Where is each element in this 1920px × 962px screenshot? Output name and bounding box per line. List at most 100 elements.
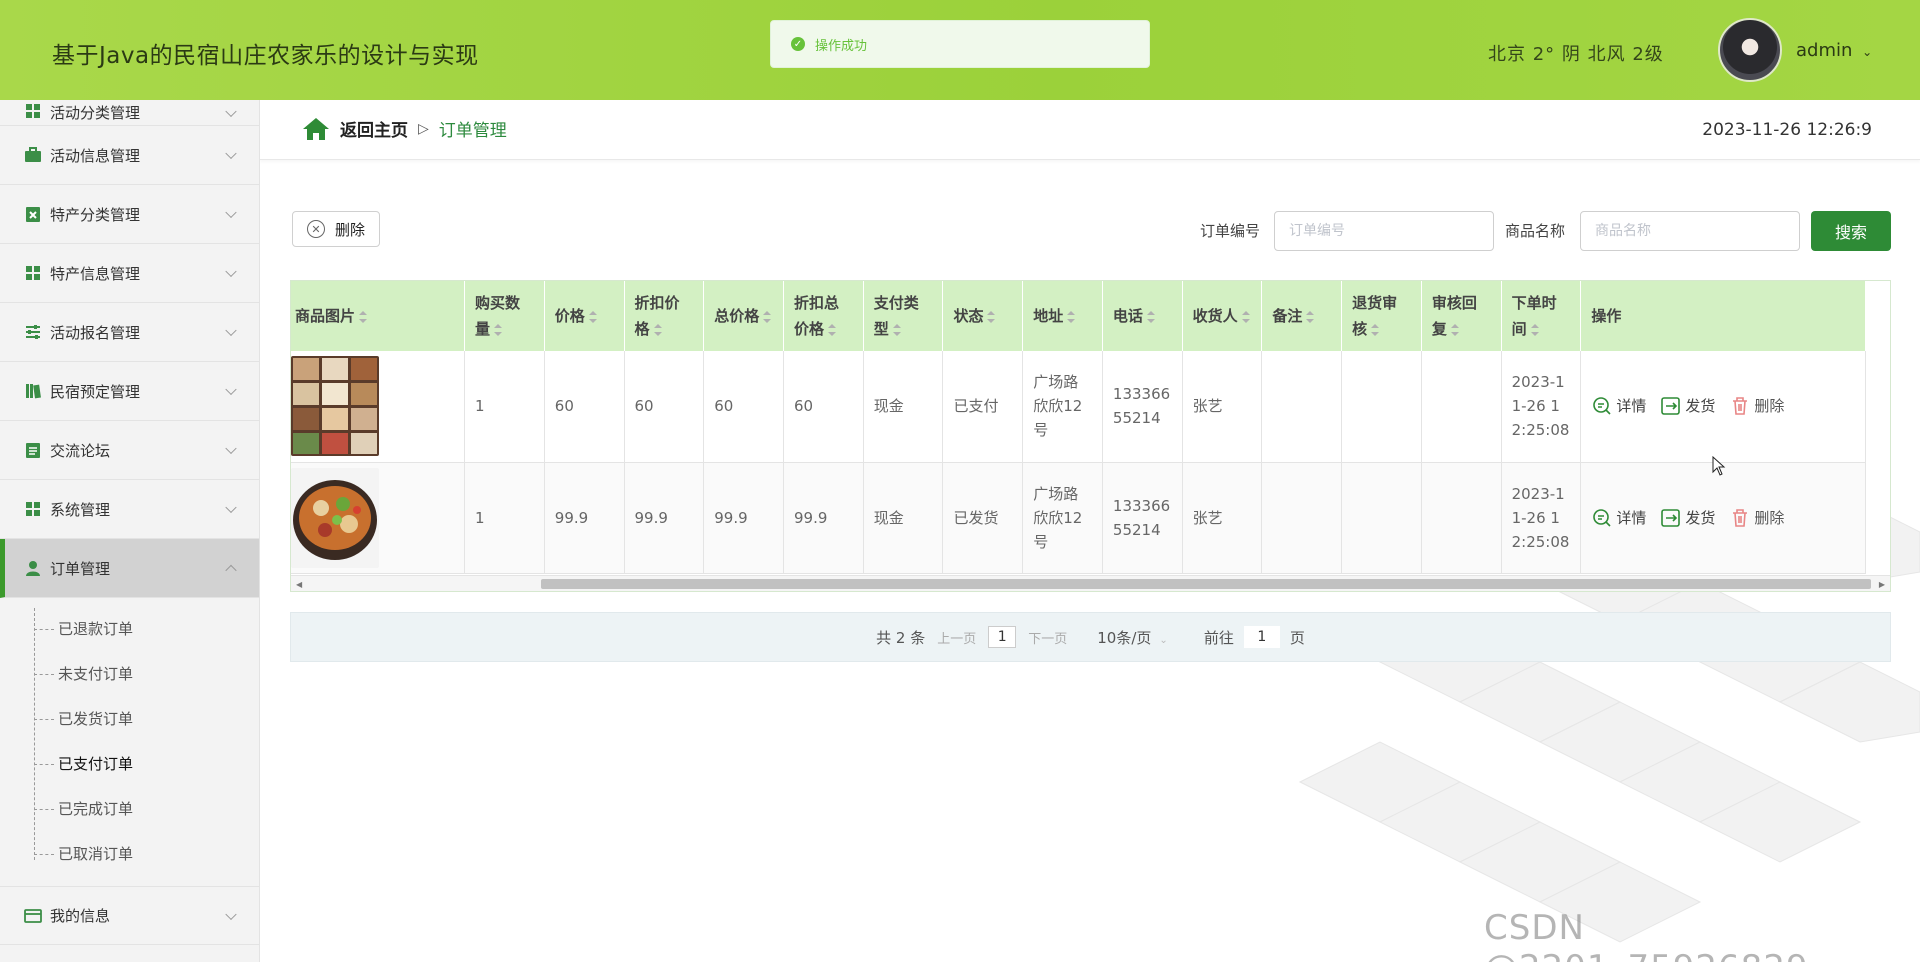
- submenu-refunded[interactable]: 已退款订单: [0, 606, 259, 651]
- sidebar-item-label: 订单管理: [50, 559, 111, 578]
- col-header-total[interactable]: 总价格: [703, 281, 784, 351]
- product-image[interactable]: [291, 467, 379, 568]
- clipboard-icon: [24, 441, 42, 459]
- sidebar-item-orders[interactable]: 订单管理: [0, 539, 259, 598]
- sort-icon[interactable]: [1450, 323, 1459, 336]
- col-header-price[interactable]: 价格: [544, 281, 625, 351]
- sort-icon[interactable]: [1530, 323, 1539, 336]
- detail-button[interactable]: 详情: [1591, 506, 1646, 530]
- cell-discount-total: 99.9: [783, 462, 864, 574]
- sidebar-item-activity-signup[interactable]: 活动报名管理: [0, 303, 259, 362]
- sort-icon[interactable]: [1371, 323, 1380, 336]
- submenu-unpaid[interactable]: 未支付订单: [0, 651, 259, 696]
- sidebar-item-label: 活动分类管理: [50, 104, 141, 122]
- table-row: 1 99.9 99.9 99.9 99.9 现金 已发货 广场路欣欣12号 13…: [291, 462, 1866, 574]
- page-size-select[interactable]: 10条/页 ⌄: [1097, 627, 1168, 648]
- avatar[interactable]: [1718, 18, 1782, 82]
- col-header-discount-price[interactable]: 折扣价格: [624, 281, 705, 351]
- cell-total: 60: [703, 351, 784, 463]
- ship-button[interactable]: 发货: [1660, 394, 1715, 418]
- col-header-review-reply[interactable]: 审核回复: [1421, 281, 1502, 351]
- sort-icon[interactable]: [653, 323, 662, 336]
- sort-icon[interactable]: [494, 323, 503, 336]
- col-header-discount-total[interactable]: 折扣总价格: [783, 281, 864, 351]
- sidebar-item-activity-category[interactable]: 活动分类管理: [0, 100, 259, 126]
- mouse-cursor-icon: [1712, 456, 1726, 476]
- sidebar-item-label: 我的信息: [50, 907, 111, 925]
- col-header-remark[interactable]: 备注: [1261, 281, 1343, 351]
- ship-button[interactable]: 发货: [1660, 506, 1715, 530]
- grid-icon: [24, 500, 42, 518]
- sort-icon[interactable]: [1306, 310, 1315, 323]
- goto-page-input[interactable]: 1: [1243, 626, 1280, 648]
- submenu-paid[interactable]: 已支付订单: [0, 741, 259, 786]
- toast-message: 操作成功: [815, 38, 868, 54]
- clipboard-x-icon: [24, 205, 42, 223]
- col-header-qty[interactable]: 购买数量: [464, 281, 545, 351]
- sidebar-item-system[interactable]: 系统管理: [0, 480, 259, 539]
- col-header-phone[interactable]: 电话: [1102, 281, 1183, 351]
- col-header-order-time[interactable]: 下单时间: [1501, 281, 1582, 351]
- breadcrumb-home[interactable]: 返回主页: [340, 116, 408, 141]
- search-button[interactable]: 搜索: [1811, 211, 1891, 251]
- sort-icon[interactable]: [828, 323, 836, 336]
- batch-delete-button[interactable]: ✕ 删除: [292, 211, 380, 247]
- sort-icon[interactable]: [359, 310, 368, 323]
- header-label: 备注: [1272, 307, 1303, 325]
- cell-status: 已发货: [942, 462, 1024, 574]
- sidebar-item-specialty-category[interactable]: 特产分类管理: [0, 185, 259, 244]
- sidebar-item-my-info[interactable]: 我的信息: [0, 886, 259, 945]
- cell-return-review: [1341, 351, 1422, 463]
- sidebar-item-homestay-booking[interactable]: 民宿预定管理: [0, 362, 259, 421]
- delete-button[interactable]: 删除: [1729, 394, 1784, 418]
- col-header-pay-type[interactable]: 支付类型: [863, 281, 944, 351]
- sort-icon[interactable]: [1146, 310, 1155, 323]
- sidebar-item-label: 系统管理: [50, 500, 111, 519]
- sidebar-item-specialty-info[interactable]: 特产信息管理: [0, 244, 259, 303]
- sort-icon[interactable]: [987, 310, 996, 323]
- ship-label: 发货: [1685, 508, 1716, 527]
- scrollbar-thumb[interactable]: [541, 579, 1871, 589]
- cell-status: 已支付: [942, 351, 1024, 463]
- col-header-image[interactable]: 商品图片: [291, 281, 466, 351]
- col-header-status[interactable]: 状态: [942, 281, 1024, 351]
- current-page[interactable]: 1: [988, 626, 1017, 648]
- sort-icon[interactable]: [892, 323, 901, 336]
- product-image[interactable]: [291, 356, 379, 457]
- detail-button[interactable]: 详情: [1591, 394, 1646, 418]
- scroll-left-icon[interactable]: ◀: [296, 580, 302, 589]
- prev-page-button[interactable]: 上一页: [937, 628, 976, 647]
- sort-icon[interactable]: [763, 310, 772, 323]
- sort-icon[interactable]: [588, 310, 597, 323]
- sort-icon[interactable]: [1241, 310, 1250, 323]
- row-actions: 详情 发货 删除: [1591, 506, 1855, 530]
- order-no-input[interactable]: [1274, 211, 1494, 251]
- sort-icon[interactable]: [1067, 310, 1076, 323]
- delete-button[interactable]: 删除: [1729, 506, 1784, 530]
- chevron-down-icon: [225, 908, 237, 920]
- cell-remark: [1261, 462, 1343, 574]
- col-header-receiver[interactable]: 收货人: [1182, 281, 1263, 351]
- order-no-label: 订单编号: [1200, 222, 1261, 240]
- col-header-return-review[interactable]: 退货审核: [1341, 281, 1422, 351]
- col-header-address[interactable]: 地址: [1022, 281, 1103, 351]
- chevron-up-icon: [225, 564, 237, 577]
- chevron-down-icon: [225, 501, 237, 514]
- submenu-cancelled[interactable]: 已取消订单: [0, 831, 259, 876]
- submenu-shipped[interactable]: 已发货订单: [0, 696, 259, 741]
- trash-icon: [1733, 397, 1748, 416]
- product-name-input[interactable]: [1580, 211, 1800, 251]
- next-page-button[interactable]: 下一页: [1028, 628, 1067, 647]
- grid-icon: [24, 102, 42, 120]
- sidebar-item-forum[interactable]: 交流论坛: [0, 421, 259, 480]
- goto-label: 前往: [1203, 628, 1234, 647]
- scroll-right-icon[interactable]: ▶: [1879, 580, 1885, 589]
- horizontal-scrollbar[interactable]: ◀ ▶: [291, 575, 1890, 591]
- check-circle-icon: ✓: [791, 37, 805, 51]
- header-label: 收货人: [1192, 307, 1238, 325]
- user-menu[interactable]: admin ⌄: [1796, 40, 1872, 61]
- sidebar-item-activity-info[interactable]: 活动信息管理: [0, 126, 259, 185]
- home-icon[interactable]: [302, 117, 330, 141]
- book-icon: [24, 382, 42, 400]
- submenu-completed[interactable]: 已完成订单: [0, 786, 259, 831]
